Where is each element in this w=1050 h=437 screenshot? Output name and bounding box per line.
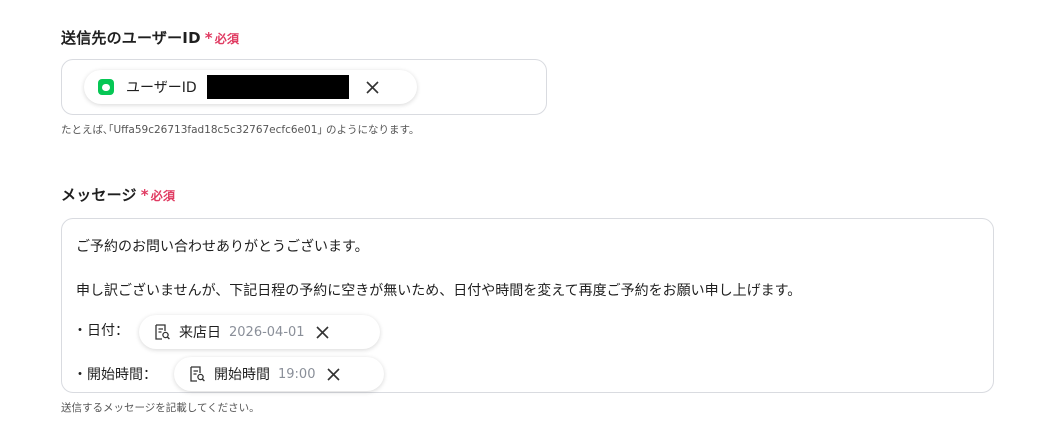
date-chip-label: 来店日 [179, 325, 221, 341]
date-prefix: ・日付： [73, 323, 129, 339]
line-icon [98, 79, 114, 95]
message-hint: 送信するメッセージを記載してください。 [61, 402, 260, 414]
required-badge: 必須 [150, 189, 176, 203]
time-chip-label: 開始時間 [214, 367, 270, 383]
close-icon[interactable] [315, 324, 331, 340]
message-label-text: メッセージ [61, 186, 137, 204]
user-id-chip-label: ユーザーID [126, 80, 197, 96]
redacted-block [206, 75, 349, 99]
message-field-label: メッセージ * 必須 [61, 184, 175, 205]
time-chip-value: 19:00 [278, 366, 316, 382]
form-page: 送信先のユーザーID * 必須 ユーザーID たとえば､｢Uffa59c26713f… [0, 0, 1050, 437]
required-asterisk: * [140, 186, 149, 204]
close-icon[interactable] [325, 366, 341, 382]
message-line-1: ご予約のお問い合わせありがとうございます。 [76, 239, 369, 255]
doc-search-icon [188, 365, 206, 383]
required-badge: 必須 [214, 32, 240, 46]
time-prefix: ・開始時間： [73, 367, 157, 383]
date-variable-chip[interactable]: 来店日 2026-04-01 [139, 315, 380, 349]
recipient-hint: たとえば､｢Uffa59c26713fad18c5c32767ecfc6e01｣… [61, 124, 420, 136]
recipient-field-label: 送信先のユーザーID * 必須 [61, 27, 239, 48]
message-line-2: 申し訳ございませんが、下記日程の予約に空きが無いため、日付や時間を変えて再度ご予… [76, 283, 802, 299]
date-chip-value: 2026-04-01 [229, 324, 305, 340]
recipient-label-text: 送信先のユーザーID [61, 29, 201, 47]
time-variable-chip[interactable]: 開始時間 19:00 [174, 357, 384, 391]
doc-search-icon [153, 323, 171, 341]
close-icon[interactable] [365, 79, 381, 95]
required-asterisk: * [204, 29, 213, 47]
user-id-chip[interactable]: ユーザーID [84, 70, 417, 104]
